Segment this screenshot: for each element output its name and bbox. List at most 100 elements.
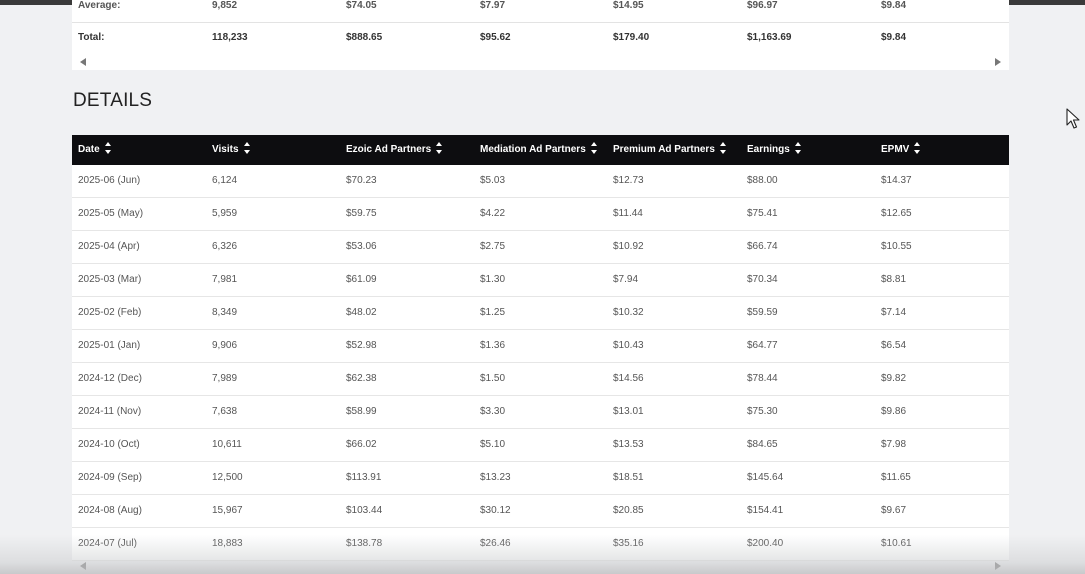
scroll-right-icon[interactable] (995, 562, 1001, 570)
cell-earnings: $75.30 (747, 406, 778, 417)
column-header-premium-ad-partners[interactable]: Premium Ad Partners (613, 135, 726, 165)
cell-visits: 5,959 (212, 208, 238, 219)
cell-epmv: $11.65 (881, 472, 911, 483)
table-row: 2025-04 (Apr) 6,326 $53.06 $2.75 $10.92 $66.7… (72, 231, 1009, 264)
column-header-earnings[interactable]: Earnings (747, 135, 801, 165)
column-header-mediation-ad-partners[interactable]: Mediation Ad Partners (480, 135, 597, 165)
average-mediation: $7.97 (480, 0, 506, 11)
cell-ezoic-ad-partners: $103.44 (346, 505, 383, 516)
column-header-epmv[interactable]: EPMV (881, 135, 921, 165)
column-header-label: Visits (212, 144, 239, 155)
cell-date: 2024-08 (Aug) (78, 505, 142, 516)
cell-premium-ad-partners: $10.32 (613, 307, 644, 318)
cell-earnings: $59.59 (747, 307, 778, 318)
scroll-right-icon[interactable] (995, 58, 1001, 66)
cell-epmv: $9.67 (881, 505, 907, 516)
cell-date: 2025-04 (Apr) (78, 241, 140, 252)
sort-icon[interactable] (719, 142, 726, 155)
cell-date: 2024-10 (Oct) (78, 439, 140, 450)
cell-earnings: $145.64 (747, 472, 784, 483)
summary-horizontal-scrollbar[interactable] (72, 55, 1009, 69)
cell-ezoic-ad-partners: $59.75 (346, 208, 377, 219)
cell-date: 2024-07 (Jul) (78, 538, 137, 549)
cell-ezoic-ad-partners: $138.78 (346, 538, 383, 549)
cell-earnings: $200.40 (747, 538, 784, 549)
cell-premium-ad-partners: $18.51 (613, 472, 644, 483)
cell-date: 2024-12 (Dec) (78, 373, 142, 384)
column-header-label: Date (78, 144, 100, 155)
average-earnings: $96.97 (747, 0, 778, 11)
sort-icon[interactable] (104, 142, 111, 155)
cell-visits: 6,124 (212, 175, 238, 186)
cell-ezoic-ad-partners: $53.06 (346, 241, 377, 252)
cell-premium-ad-partners: $14.56 (613, 373, 644, 384)
column-header-label: Premium Ad Partners (613, 144, 715, 155)
sort-icon[interactable] (914, 142, 921, 155)
column-header-date[interactable]: Date (78, 135, 111, 165)
cell-ezoic-ad-partners: $66.02 (346, 439, 377, 450)
cell-premium-ad-partners: $10.43 (613, 340, 644, 351)
cell-premium-ad-partners: $12.73 (613, 175, 644, 186)
table-row: 2025-05 (May) 5,959 $59.75 $4.22 $11.44 $75.4… (72, 198, 1009, 231)
summary-row-average: Average: 9,852 $74.05 $7.97 $14.95 $96.9… (72, 0, 1009, 23)
cell-mediation-ad-partners: $1.36 (480, 340, 506, 351)
sort-icon[interactable] (436, 142, 443, 155)
table-row: 2025-02 (Feb) 8,349 $48.02 $1.25 $10.32 $59.5… (72, 297, 1009, 330)
cell-ezoic-ad-partners: $58.99 (346, 406, 377, 417)
cell-visits: 12,500 (212, 472, 243, 483)
cell-mediation-ad-partners: $26.46 (480, 538, 511, 549)
table-row: 2024-08 (Aug) 15,967 $103.44 $30.12 $20.85 $1… (72, 495, 1009, 528)
column-header-visits[interactable]: Visits (212, 135, 250, 165)
column-header-ezoic-ad-partners[interactable]: Ezoic Ad Partners (346, 135, 443, 165)
details-horizontal-scrollbar[interactable] (72, 559, 1009, 573)
cell-ezoic-ad-partners: $52.98 (346, 340, 377, 351)
cell-epmv: $10.61 (881, 538, 912, 549)
cell-premium-ad-partners: $10.92 (613, 241, 644, 252)
cell-mediation-ad-partners: $4.22 (480, 208, 506, 219)
scroll-left-icon[interactable] (80, 562, 86, 570)
sort-icon[interactable] (243, 142, 250, 155)
table-row: 2025-01 (Jan) 9,906 $52.98 $1.36 $10.43 $64.7… (72, 330, 1009, 363)
cell-epmv: $7.14 (881, 307, 907, 318)
cell-date: 2024-09 (Sep) (78, 472, 142, 483)
cell-epmv: $9.86 (881, 406, 907, 417)
sort-icon[interactable] (794, 142, 801, 155)
cell-premium-ad-partners: $7.94 (613, 274, 639, 285)
cell-visits: 8,349 (212, 307, 238, 318)
scroll-left-icon[interactable] (80, 58, 86, 66)
table-row: 2024-11 (Nov) 7,638 $58.99 $3.30 $13.01 $75.3… (72, 396, 1009, 429)
total-ezoic: $888.65 (346, 32, 383, 43)
cell-date: 2025-03 (Mar) (78, 274, 142, 285)
average-visits: 9,852 (212, 0, 238, 11)
total-visits: 118,233 (212, 32, 248, 43)
average-ezoic: $74.05 (346, 0, 377, 11)
cell-mediation-ad-partners: $5.03 (480, 175, 506, 186)
column-header-label: Mediation Ad Partners (480, 144, 586, 155)
average-label: Average: (78, 0, 121, 11)
sort-icon[interactable] (590, 142, 597, 155)
cell-visits: 9,906 (212, 340, 238, 351)
cell-visits: 18,883 (212, 538, 243, 549)
cell-premium-ad-partners: $35.16 (613, 538, 644, 549)
table-row: 2024-12 (Dec) 7,989 $62.38 $1.50 $14.56 $78.4… (72, 363, 1009, 396)
average-premium: $14.95 (613, 0, 644, 11)
cell-ezoic-ad-partners: $62.38 (346, 373, 377, 384)
cell-premium-ad-partners: $13.01 (613, 406, 644, 417)
cell-mediation-ad-partners: $5.10 (480, 439, 506, 450)
details-heading: DETAILS (73, 90, 153, 111)
column-header-label: Ezoic Ad Partners (346, 144, 432, 155)
cell-visits: 10,611 (212, 439, 242, 450)
table-row: 2024-10 (Oct) 10,611 $66.02 $5.10 $13.53 $84.… (72, 429, 1009, 462)
column-header-label: Earnings (747, 144, 790, 155)
cell-ezoic-ad-partners: $48.02 (346, 307, 377, 318)
cell-mediation-ad-partners: $1.30 (480, 274, 506, 285)
cell-epmv: $9.82 (881, 373, 907, 384)
cell-premium-ad-partners: $13.53 (613, 439, 644, 450)
cell-epmv: $12.65 (881, 208, 912, 219)
cell-mediation-ad-partners: $13.23 (480, 472, 511, 483)
cell-epmv: $7.98 (881, 439, 907, 450)
cell-earnings: $88.00 (747, 175, 778, 186)
cell-premium-ad-partners: $20.85 (613, 505, 644, 516)
cell-date: 2025-02 (Feb) (78, 307, 142, 318)
cell-visits: 6,326 (212, 241, 238, 252)
